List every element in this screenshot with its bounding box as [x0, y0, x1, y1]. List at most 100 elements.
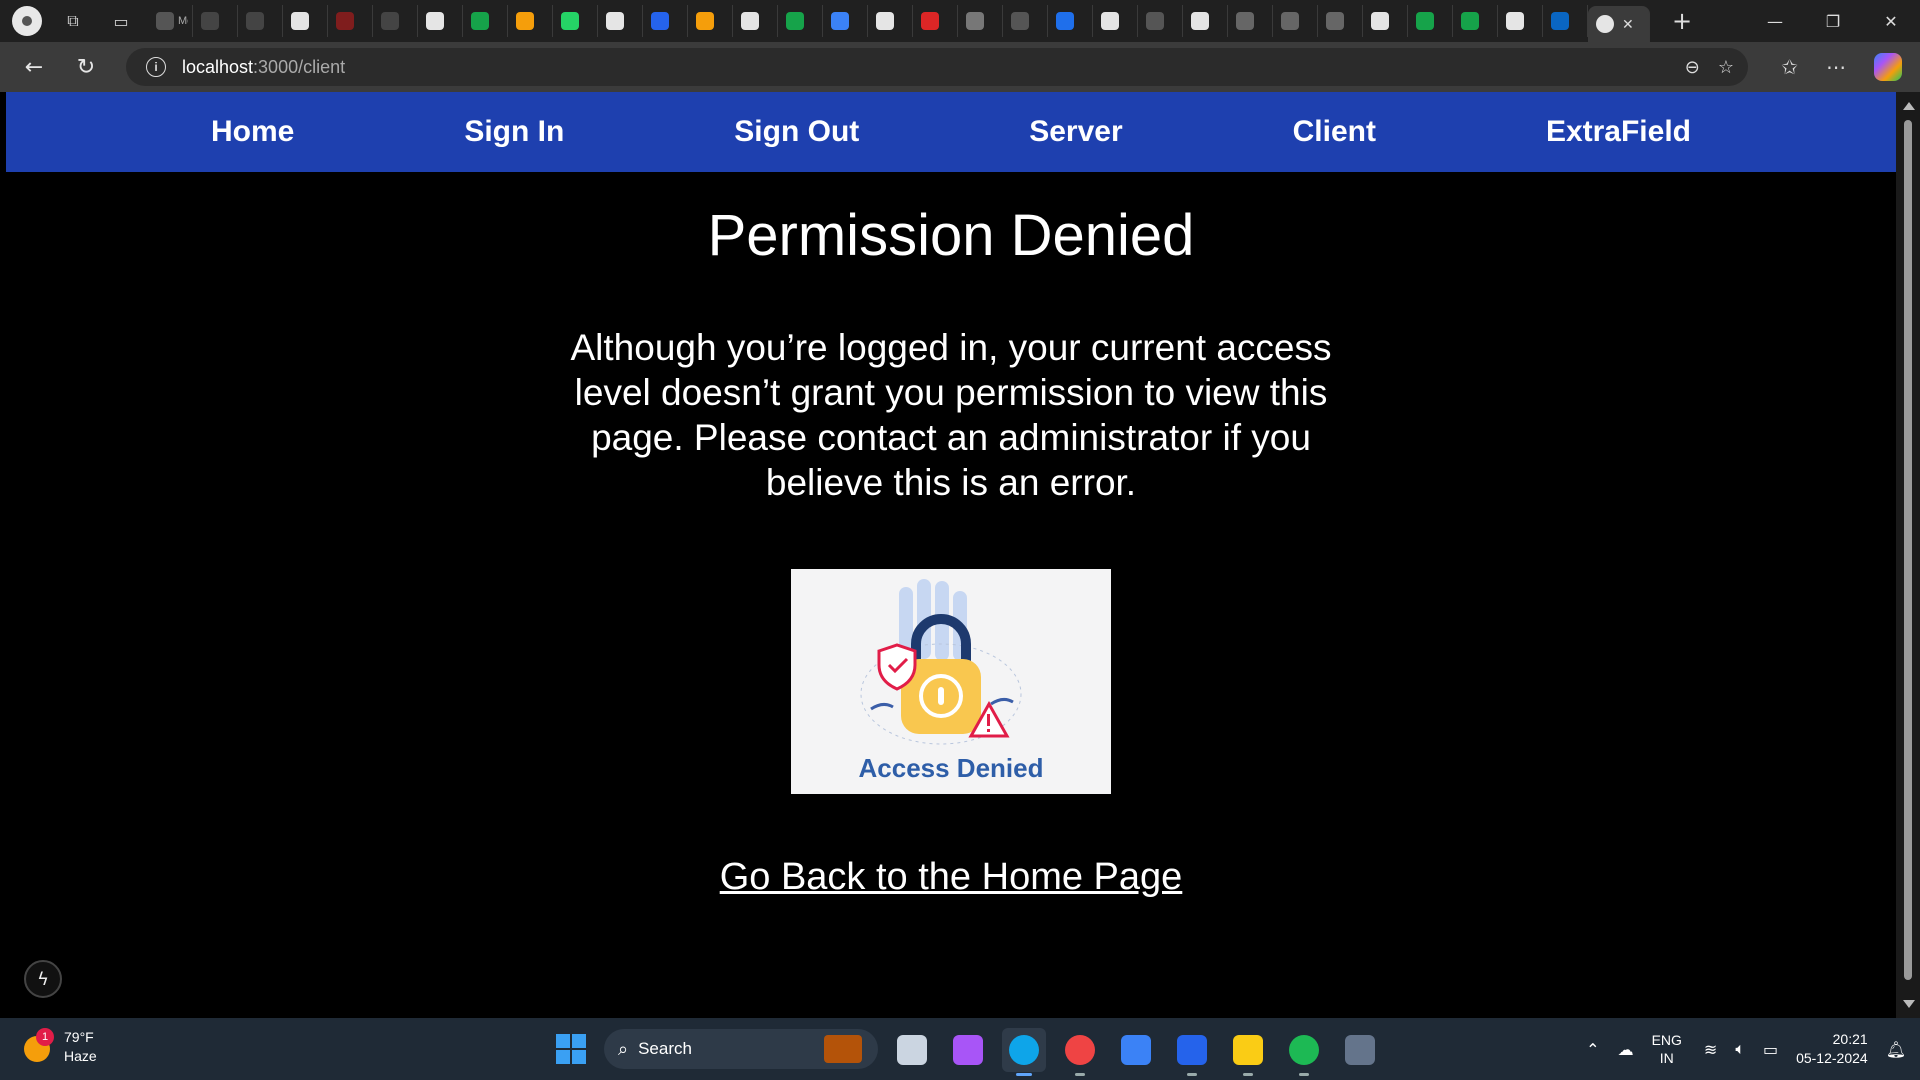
- notification-bell-icon[interactable]: 🔔︎: [1886, 1040, 1906, 1059]
- site-info-icon[interactable]: i: [146, 57, 166, 77]
- tab-favicon-icon: [786, 12, 804, 30]
- browser-tab[interactable]: [1363, 5, 1408, 37]
- favorites-icon[interactable]: ✩: [1781, 55, 1798, 79]
- chrome-app-icon[interactable]: [1058, 1028, 1102, 1076]
- battery-icon[interactable]: ▭: [1763, 1040, 1778, 1059]
- restore-button[interactable]: ❐: [1804, 0, 1862, 42]
- browser-tab[interactable]: [1183, 5, 1228, 37]
- browser-tab-strip: ⧉ ▭ Mc ✕ + — ❐ ✕: [0, 0, 1920, 42]
- browser-tab[interactable]: [1138, 5, 1183, 37]
- browser-tab[interactable]: [553, 5, 598, 37]
- browser-tab[interactable]: Mc: [148, 5, 193, 37]
- home-page-link[interactable]: Go Back to the Home Page: [720, 856, 1183, 899]
- workspaces-icon[interactable]: ⧉: [56, 4, 90, 38]
- browser-tab[interactable]: [643, 5, 688, 37]
- browser-tab[interactable]: [1003, 5, 1048, 37]
- scroll-down-arrow[interactable]: [1903, 1000, 1915, 1008]
- search-highlight-icon: [824, 1035, 862, 1063]
- browser-tab[interactable]: [778, 5, 823, 37]
- tab-favicon-icon: [651, 12, 669, 30]
- browser-tab[interactable]: [1093, 5, 1138, 37]
- dev-tools-lightning-icon[interactable]: ϟ: [24, 960, 62, 998]
- browser-tab[interactable]: [1453, 5, 1498, 37]
- url-text[interactable]: localhost:3000/client: [182, 57, 345, 78]
- nav-client-link[interactable]: Client: [1293, 115, 1376, 149]
- browser-tab[interactable]: [328, 5, 373, 37]
- close-window-button[interactable]: ✕: [1862, 0, 1920, 42]
- weather-desc: Haze: [64, 1048, 97, 1064]
- address-bar[interactable]: i localhost:3000/client ⊖ ☆: [126, 48, 1748, 86]
- clock[interactable]: 20:21 05-12-2024: [1796, 1030, 1868, 1068]
- page-scrollbar[interactable]: [1896, 92, 1920, 1018]
- browser-tab[interactable]: [688, 5, 733, 37]
- browser-tab[interactable]: [823, 5, 868, 37]
- tab-favicon-icon: [201, 12, 219, 30]
- spotify-app-icon[interactable]: [1282, 1028, 1326, 1076]
- nav-extrafield-link[interactable]: ExtraField: [1546, 115, 1691, 149]
- nav-server-link[interactable]: Server: [1029, 115, 1122, 149]
- profile-avatar[interactable]: [12, 6, 42, 36]
- browser-tab[interactable]: [1318, 5, 1363, 37]
- vertical-tabs-icon[interactable]: ▭: [104, 4, 138, 38]
- nav-sign-in-link[interactable]: Sign In: [464, 115, 564, 149]
- task-view-icon[interactable]: [890, 1028, 934, 1072]
- browser-tab[interactable]: [1048, 5, 1093, 37]
- volume-icon[interactable]: 🔈︎: [1735, 1039, 1745, 1059]
- tab-list: Mc ✕: [148, 0, 1650, 42]
- pinned-apps: [890, 1028, 1382, 1076]
- browser-tab[interactable]: [1273, 5, 1318, 37]
- browser-tab[interactable]: [418, 5, 463, 37]
- page-viewport: Home Sign In Sign Out Server Client Extr…: [6, 92, 1896, 1018]
- scroll-thumb[interactable]: [1904, 120, 1912, 980]
- wifi-icon[interactable]: ≋: [1704, 1040, 1717, 1059]
- browser-tab[interactable]: [283, 5, 328, 37]
- browser-tab[interactable]: [733, 5, 778, 37]
- browser-tab[interactable]: [958, 5, 1003, 37]
- back-button[interactable]: ←: [16, 49, 52, 85]
- tab-favicon-icon: [426, 12, 444, 30]
- onedrive-cloud-icon[interactable]: ☁: [1618, 1040, 1634, 1059]
- camera-app-icon[interactable]: [1338, 1028, 1382, 1072]
- new-tab-button[interactable]: +: [1672, 7, 1692, 35]
- edge-app-icon[interactable]: [1002, 1028, 1046, 1076]
- tab-favicon-icon: [1371, 12, 1389, 30]
- browser-tab[interactable]: [373, 5, 418, 37]
- browser-tab[interactable]: [508, 5, 553, 37]
- browser-tab[interactable]: [598, 5, 643, 37]
- browser-tab[interactable]: [1498, 5, 1543, 37]
- reload-button[interactable]: ↻: [68, 49, 104, 85]
- browser-tab-active[interactable]: ✕: [1588, 6, 1650, 42]
- browser-tab[interactable]: [868, 5, 913, 37]
- file-explorer-icon[interactable]: [1226, 1028, 1270, 1076]
- settings-more-icon[interactable]: ⋯: [1826, 55, 1846, 79]
- browser-tab[interactable]: [463, 5, 508, 37]
- nav-sign-out-link[interactable]: Sign Out: [734, 115, 859, 149]
- tab-favicon-icon: [1146, 12, 1164, 30]
- minimize-button[interactable]: —: [1746, 0, 1804, 42]
- show-hidden-icons-chevron-icon[interactable]: ⌃: [1586, 1040, 1599, 1059]
- copilot-app-icon[interactable]: [946, 1028, 990, 1072]
- browser-tab[interactable]: [238, 5, 283, 37]
- scroll-up-arrow[interactable]: [1903, 102, 1915, 110]
- taskbar-search[interactable]: ⌕ Search: [604, 1029, 878, 1069]
- lang-code: ENG: [1651, 1032, 1682, 1048]
- favorite-star-icon[interactable]: ☆: [1718, 57, 1734, 78]
- input-language[interactable]: ENG IN: [1652, 1031, 1682, 1067]
- start-button[interactable]: [556, 1034, 586, 1064]
- copilot-icon[interactable]: [1874, 53, 1902, 81]
- store-app-icon[interactable]: [1114, 1028, 1158, 1072]
- more-tools-icon[interactable]: ⊖: [1685, 57, 1700, 78]
- browser-tab[interactable]: [913, 5, 958, 37]
- browser-toolbar: ← ↻ i localhost:3000/client ⊖ ☆ ✩ ⋯: [0, 42, 1920, 92]
- browser-tab[interactable]: [193, 5, 238, 37]
- browser-tab[interactable]: [1543, 5, 1588, 37]
- close-tab-icon[interactable]: ✕: [1622, 16, 1634, 33]
- nav-home-link[interactable]: Home: [211, 115, 294, 149]
- tab-favicon-icon: [561, 12, 579, 30]
- window-controls: — ❐ ✕: [1746, 0, 1920, 42]
- weather-widget[interactable]: 1 79°F Haze: [22, 1028, 97, 1066]
- vscode-app-icon[interactable]: [1170, 1028, 1214, 1076]
- browser-tab[interactable]: [1228, 5, 1273, 37]
- browser-tab[interactable]: [1408, 5, 1453, 37]
- permission-message: Although you’re logged in, your current …: [570, 327, 1332, 503]
